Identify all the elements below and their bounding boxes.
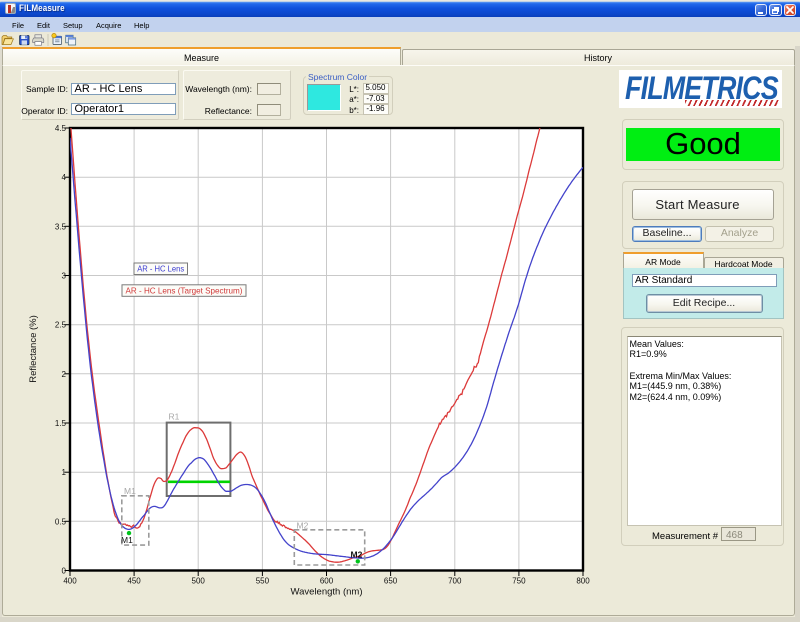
svg-text:0: 0 xyxy=(62,567,67,576)
svg-text:2.5: 2.5 xyxy=(55,321,67,330)
svg-text:M2: M2 xyxy=(351,550,363,560)
svg-text:0.5: 0.5 xyxy=(55,517,67,526)
svg-text:M2: M2 xyxy=(297,521,309,531)
svg-text:Wavelength (nm): Wavelength (nm) xyxy=(291,587,363,598)
svg-text:400: 400 xyxy=(63,577,77,586)
svg-text:650: 650 xyxy=(384,577,398,586)
svg-text:3.5: 3.5 xyxy=(55,222,67,231)
svg-text:AR - HC Lens (Target Spectrum): AR - HC Lens (Target Spectrum) xyxy=(126,285,243,295)
svg-text:M1: M1 xyxy=(121,535,133,545)
svg-text:600: 600 xyxy=(320,577,334,586)
svg-text:500: 500 xyxy=(192,577,206,586)
svg-text:750: 750 xyxy=(512,577,526,586)
svg-text:3: 3 xyxy=(62,272,67,281)
svg-text:700: 700 xyxy=(448,577,462,586)
svg-text:4.5: 4.5 xyxy=(55,124,67,133)
svg-text:Reflectance (%): Reflectance (%) xyxy=(28,315,39,383)
svg-text:800: 800 xyxy=(576,577,590,586)
svg-text:4: 4 xyxy=(62,173,67,182)
svg-text:1.5: 1.5 xyxy=(55,419,67,428)
svg-text:R1: R1 xyxy=(169,412,180,422)
svg-text:AR - HC Lens: AR - HC Lens xyxy=(137,264,184,274)
svg-text:550: 550 xyxy=(256,577,270,586)
svg-text:1: 1 xyxy=(62,468,67,477)
svg-text:M1: M1 xyxy=(124,486,136,496)
svg-text:2: 2 xyxy=(62,370,67,379)
svg-text:450: 450 xyxy=(127,577,141,586)
